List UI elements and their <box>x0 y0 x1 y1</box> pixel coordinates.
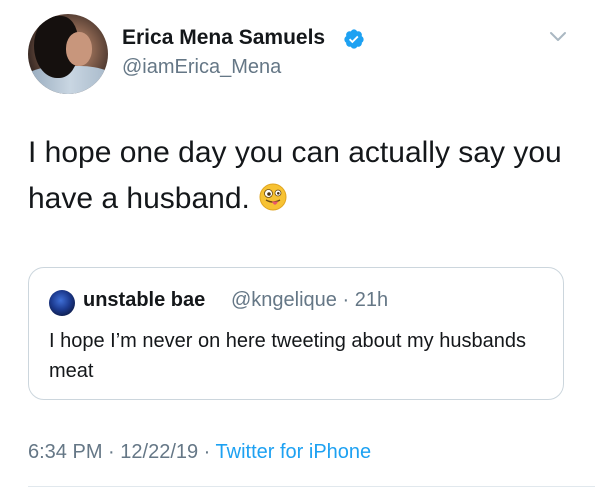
divider <box>28 486 595 487</box>
tweet-text-content: I hope one day you can actually say you … <box>28 136 562 215</box>
tweet-text: I hope one day you can actually say you … <box>28 130 568 222</box>
tweet: Erica Mena Samuels @iamErica_Mena I hope… <box>0 0 595 495</box>
author-handle[interactable]: @iamErica_Mena <box>122 56 281 79</box>
quoted-separator: · <box>336 289 355 311</box>
verified-badge-icon <box>344 29 364 49</box>
meta-separator: · <box>102 441 121 463</box>
author-name[interactable]: Erica Mena Samuels <box>122 26 325 50</box>
author-avatar[interactable] <box>28 14 108 94</box>
tweet-source-link[interactable]: Twitter for iPhone <box>216 441 372 463</box>
winking-face-with-tongue-emoji <box>259 183 287 211</box>
quoted-author-meta: @kngelique · 21h <box>231 289 388 312</box>
meta-separator-2: · <box>198 441 216 463</box>
quoted-author-name: unstable bae <box>83 289 206 311</box>
tweet-date[interactable]: 12/22/19 <box>120 441 198 463</box>
quoted-author-handle: @kngelique <box>231 289 337 311</box>
tweet-time[interactable]: 6:34 PM <box>28 441 102 463</box>
quoted-tweet[interactable]: unstable bae @kngelique · 21h I hope I’m… <box>28 267 564 400</box>
quoted-tweet-age: 21h <box>354 289 389 311</box>
chevron-down-icon[interactable] <box>548 30 568 44</box>
tweet-metadata: 6:34 PM · 12/22/19 · Twitter for iPhone <box>28 441 371 464</box>
quoted-tweet-text: I hope I’m never on here tweeting about … <box>49 330 526 382</box>
quoted-author-avatar[interactable] <box>49 290 75 316</box>
